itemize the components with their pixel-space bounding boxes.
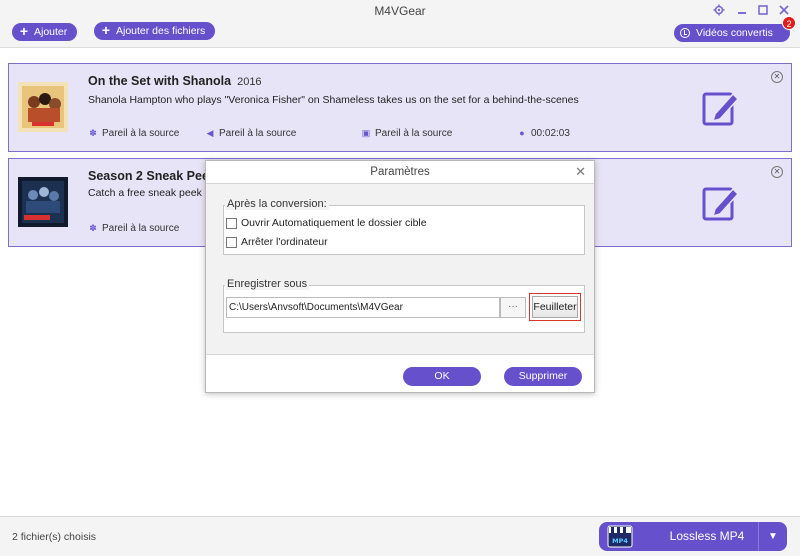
app-title: M4VGear (374, 4, 426, 18)
selected-count: 2 fichier(s) choisis (12, 531, 97, 543)
format-icon-text: MP4 (612, 537, 628, 545)
video-title: Season 2 Sneak Peek (88, 169, 216, 183)
gear-icon[interactable] (712, 4, 726, 18)
speaker-icon: ◀ (206, 128, 214, 138)
duration-label: 00:02:03 (531, 128, 570, 139)
save-as-label: Enregistrer sous (225, 278, 310, 290)
chevron-down-icon[interactable]: ▼ (758, 522, 787, 551)
subtitle-setting-label: Pareil à la source (375, 128, 453, 139)
ok-button[interactable]: OK (403, 367, 481, 386)
video-thumbnail (18, 82, 68, 132)
maximize-icon[interactable] (756, 4, 770, 18)
add-button[interactable]: + Ajouter (12, 23, 78, 41)
video-setting-label: Pareil à la source (102, 223, 180, 234)
video-title-text: On the Set with Shanola (88, 74, 232, 88)
clock-icon (680, 28, 690, 38)
minimize-icon[interactable] (735, 4, 749, 18)
more-button[interactable]: ··· (500, 297, 526, 318)
video-title: On the Set with Shanola 2016 (88, 74, 262, 88)
video-thumbnail (18, 177, 68, 227)
film-icon: ✽ (89, 223, 97, 233)
close-icon[interactable]: ✕ (771, 71, 783, 83)
add-files-button-label: Ajouter des fichiers (116, 25, 206, 37)
add-button-label: Ajouter (34, 26, 68, 38)
video-year: 2016 (237, 76, 262, 88)
converted-count-badge: 2 (782, 16, 796, 30)
output-path-input[interactable]: C:\Users\Anvsoft\Documents\M4VGear (226, 297, 500, 318)
edit-icon[interactable] (701, 88, 741, 128)
shutdown-checkbox[interactable]: Arrêter l'ordinateur (226, 236, 328, 248)
open-folder-label: Ouvrir Automatiquement le dossier cible (241, 217, 427, 229)
converted-videos-label: Vidéos convertis (696, 27, 773, 39)
plus-icon: + (19, 23, 29, 39)
checkbox[interactable] (226, 217, 237, 229)
output-format-button[interactable]: MP4 Lossless MP4 ▼ (599, 522, 787, 551)
title-bar: M4VGear (0, 0, 800, 22)
edit-icon[interactable] (701, 183, 741, 223)
after-conversion-label: Après la conversion: (225, 198, 329, 210)
add-files-button[interactable]: + Ajouter des fichiers (94, 22, 216, 40)
dialog-title: Paramètres (370, 166, 430, 178)
checkbox[interactable] (226, 236, 237, 248)
delete-button[interactable]: Supprimer (504, 367, 582, 386)
video-title-text: Season 2 Sneak Peek (88, 169, 216, 183)
text-icon: ▣ (361, 128, 371, 138)
video-setting[interactable]: ✽ Pareil à la source (88, 128, 179, 139)
settings-dialog: Paramètres ✕ Après la conversion: Ouvrir… (205, 160, 595, 393)
video-setting[interactable]: ✽ Pareil à la source (88, 223, 179, 234)
film-icon: ✽ (89, 128, 97, 138)
video-description: Shanola Hampton who plays "Veronica Fish… (88, 94, 579, 106)
list-item[interactable]: On the Set with Shanola 2016 Shanola Hamp… (8, 63, 792, 152)
browse-button[interactable]: Feuilleter (532, 296, 578, 318)
film-clapper-icon: MP4 (607, 525, 633, 548)
dialog-body: Après la conversion: Ouvrir Automatiquem… (206, 183, 594, 355)
output-format-label: Lossless MP4 (669, 529, 745, 543)
toolbar: + Ajouter + Ajouter des fichiers Vidéos … (0, 16, 800, 48)
plus-icon: + (101, 22, 111, 38)
duration: ● 00:02:03 (517, 128, 570, 139)
audio-setting-label: Pareil à la source (219, 128, 297, 139)
close-icon[interactable]: ✕ (771, 166, 783, 178)
subtitle-setting[interactable]: ▣ Pareil à la source (361, 128, 453, 139)
audio-setting[interactable]: ◀ Pareil à la source (205, 128, 297, 139)
open-folder-checkbox[interactable]: Ouvrir Automatiquement le dossier cible (226, 217, 427, 229)
close-icon[interactable]: ✕ (575, 165, 586, 179)
converted-videos-button[interactable]: Vidéos convertis 2 (674, 16, 796, 42)
footer: 2 fichier(s) choisis MP4 Lossless MP4 ▼ (0, 516, 800, 556)
browse-button-highlight: Feuilleter (529, 293, 581, 321)
video-description: Catch a free sneak peek of (88, 187, 206, 199)
clock-icon: ● (519, 128, 525, 138)
shutdown-label: Arrêter l'ordinateur (241, 236, 328, 248)
video-setting-label: Pareil à la source (102, 128, 180, 139)
